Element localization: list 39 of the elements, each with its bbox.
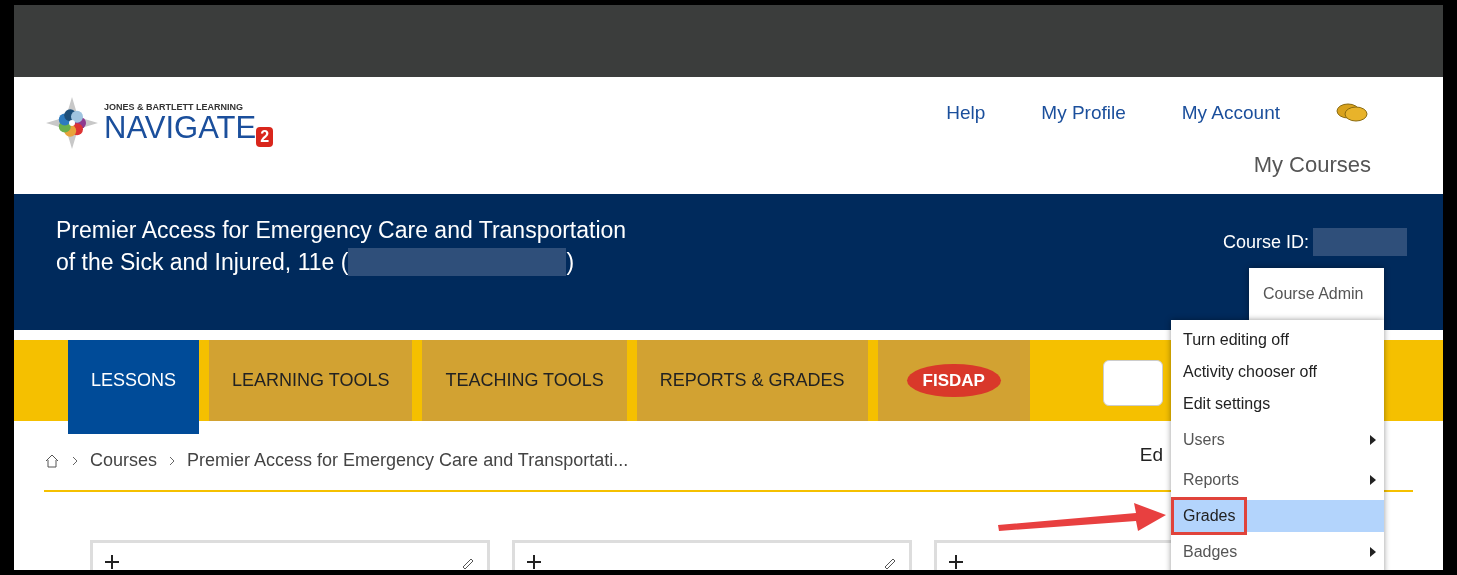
product-name: NAVIGATE — [104, 112, 257, 143]
menu-item[interactable]: Turn editing off — [1171, 324, 1384, 356]
version-badge: 2 — [256, 127, 274, 147]
nav-tab[interactable]: TEACHING TOOLS — [422, 340, 627, 421]
header-link[interactable]: My Account — [1181, 99, 1280, 128]
menu-item[interactable]: Grades — [1171, 500, 1384, 532]
my-courses-link[interactable]: My Courses — [1253, 147, 1371, 181]
move-icon[interactable] — [105, 555, 119, 569]
move-icon[interactable] — [949, 555, 963, 569]
course-title: Premier Access for Emergency Care and Transportation — [56, 216, 627, 245]
search-field[interactable] — [1103, 360, 1163, 406]
chevron-right-icon — [169, 455, 176, 466]
course-id-label: Course ID: — [1222, 230, 1309, 254]
breadcrumb-link[interactable]: Premier Access for Emergency Care and Transportati... — [187, 447, 629, 474]
chevron-right-icon — [72, 455, 78, 466]
menu-item[interactable]: Activity chooser off — [1171, 356, 1384, 388]
course-title: of the Sick and Injured, 11e ( — [56, 248, 349, 277]
nav-tab[interactable]: FISDAP — [877, 340, 1030, 421]
caret-right-icon — [1370, 547, 1376, 557]
chat-bubbles-icon[interactable] — [1336, 102, 1368, 125]
publisher-name: JONES & BARTLETT LEARNING — [104, 103, 244, 112]
fisdap-logo: FISDAP — [906, 363, 1001, 398]
breadcrumb-link[interactable]: Courses — [90, 447, 158, 474]
edit-link[interactable]: Ed — [1139, 441, 1163, 470]
caret-right-icon — [1370, 435, 1376, 445]
menu-item[interactable]: Users — [1171, 420, 1384, 460]
nav-tab[interactable]: LEARNING TOOLS — [209, 340, 413, 421]
caret-right-icon — [1370, 475, 1376, 485]
course-admin-tab[interactable]: Course Admin — [1249, 268, 1384, 320]
move-icon[interactable] — [527, 555, 541, 569]
home-icon[interactable] — [44, 452, 60, 469]
menu-item[interactable]: Edit settings — [1171, 388, 1384, 420]
menu-item[interactable]: Badges — [1171, 532, 1384, 570]
menu-item[interactable]: Reports — [1171, 460, 1384, 500]
header-link[interactable]: Help — [946, 99, 986, 128]
header-link[interactable]: My Profile — [1041, 99, 1126, 128]
nav-tab[interactable]: REPORTS & GRADES — [636, 340, 868, 421]
course-title: ) — [566, 248, 575, 277]
nav-tab[interactable]: LESSONS — [68, 340, 200, 434]
